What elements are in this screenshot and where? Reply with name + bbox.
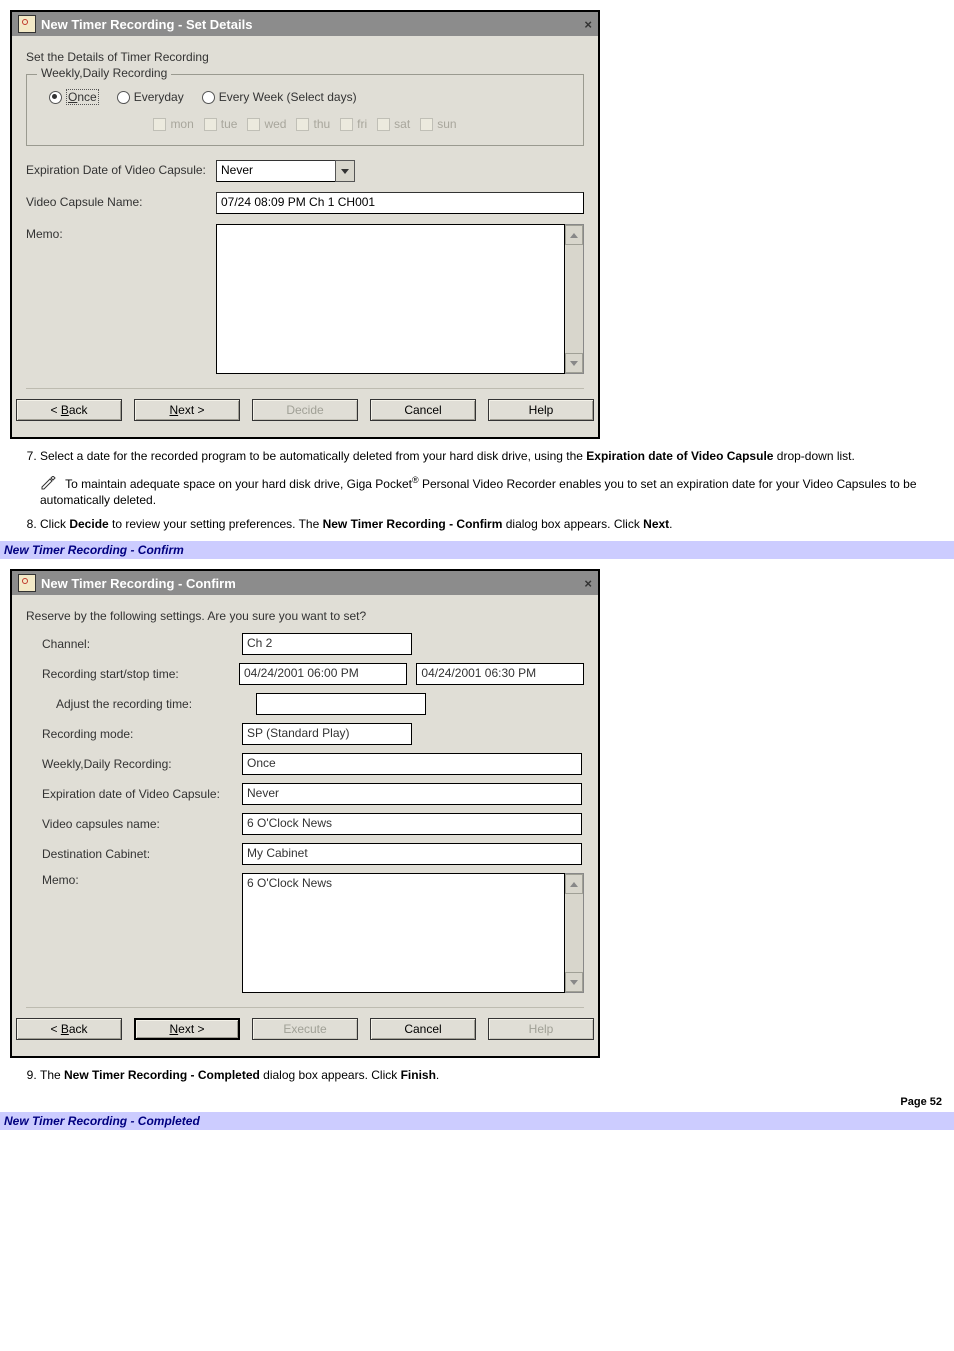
scroll-down-icon[interactable] [565,353,583,373]
chevron-down-icon[interactable] [335,160,355,182]
expiration-value: Never [242,783,582,805]
dest-label: Destination Cabinet: [26,847,242,861]
note-icon [40,476,58,493]
decide-button: Decide [252,399,358,421]
adjust-value [256,693,426,715]
divider [26,1007,584,1008]
step-9: The New Timer Recording - Completed dial… [40,1068,944,1092]
radio-icon [117,91,130,104]
expiration-label: Expiration Date of Video Capsule: [26,160,216,177]
group-legend: Weekly,Daily Recording [37,66,171,80]
back-button[interactable]: < Back [16,399,122,421]
app-icon [18,15,36,33]
day-thu: thu [296,117,330,131]
weekly-value: Once [242,753,582,775]
radio-icon [202,91,215,104]
expiration-label: Expiration date of Video Capsule: [26,787,242,801]
close-icon[interactable]: × [584,576,592,591]
memo-textarea[interactable] [216,224,565,374]
dialog-set-details: New Timer Recording - Set Details × Set … [10,10,600,439]
capsule-name-input[interactable]: 07/24 08:09 PM Ch 1 CH001 [216,192,584,214]
weekly-label: Weekly,Daily Recording: [26,757,242,771]
dialog-title: New Timer Recording - Confirm [41,576,236,591]
scrollbar[interactable] [565,224,584,374]
scroll-up-icon[interactable] [565,874,583,894]
radio-everyday[interactable]: Everyday [117,90,184,104]
channel-value: Ch 2 [242,633,412,655]
radio-everyweek[interactable]: Every Week (Select days) [202,90,357,104]
next-button[interactable]: Next > [134,399,240,421]
instruction-list-2: The New Timer Recording - Completed dial… [0,1068,954,1092]
cancel-button[interactable]: Cancel [370,399,476,421]
dialog-confirm: New Timer Recording - Confirm × Reserve … [10,569,600,1058]
dialog-title: New Timer Recording - Set Details [41,17,252,32]
scrollbar[interactable] [565,873,584,993]
help-button[interactable]: Help [488,399,594,421]
help-button: Help [488,1018,594,1040]
confirm-question: Reserve by the following settings. Are y… [26,609,584,623]
day-tue: tue [204,117,238,131]
titlebar: New Timer Recording - Set Details × [12,12,598,36]
next-button[interactable]: Next > [134,1018,240,1040]
divider [26,388,584,389]
mode-label: Recording mode: [26,727,242,741]
day-sat: sat [377,117,410,131]
titlebar: New Timer Recording - Confirm × [12,571,598,595]
adjust-label: Adjust the recording time: [26,697,256,711]
expiration-select[interactable]: Never [216,160,355,182]
day-wed: wed [247,117,286,131]
mode-value: SP (Standard Play) [242,723,412,745]
back-button[interactable]: < Back [16,1018,122,1040]
day-mon: mon [153,117,193,131]
day-checkbox-row: mon tue wed thu fri sat sun [39,117,571,131]
start-time-value: 04/24/2001 06:00 PM [239,663,407,685]
capsname-value: 6 O'Clock News [242,813,582,835]
page-number: Page 52 [0,1092,954,1112]
step-7: Select a date for the recorded program t… [40,449,944,517]
capsule-name-label: Video Capsule Name: [26,192,216,209]
weekly-daily-group: Weekly,Daily Recording Once Everyday Eve… [26,74,584,146]
radio-icon [49,91,62,104]
caption-confirm: New Timer Recording - Confirm [0,541,954,559]
instruction-list: Select a date for the recorded program t… [0,449,954,541]
app-icon [18,574,36,592]
stop-time-value: 04/24/2001 06:30 PM [416,663,584,685]
caption-completed: New Timer Recording - Completed [0,1112,954,1130]
cancel-button[interactable]: Cancel [370,1018,476,1040]
scroll-up-icon[interactable] [565,225,583,245]
memo-value: 6 O'Clock News [242,873,565,993]
expiration-value: Never [216,160,336,182]
step-8: Click Decide to review your setting pref… [40,517,944,541]
memo-label: Memo: [26,873,242,887]
day-sun: sun [420,117,456,131]
dest-value: My Cabinet [242,843,582,865]
radio-once[interactable]: Once [49,89,99,105]
close-icon[interactable]: × [584,17,592,32]
capsname-label: Video capsules name: [26,817,242,831]
section-label: Set the Details of Timer Recording [26,50,584,64]
time-label: Recording start/stop time: [26,667,239,681]
channel-label: Channel: [26,637,242,651]
memo-label: Memo: [26,224,216,241]
execute-button: Execute [252,1018,358,1040]
day-fri: fri [340,117,367,131]
scroll-down-icon[interactable] [565,972,583,992]
